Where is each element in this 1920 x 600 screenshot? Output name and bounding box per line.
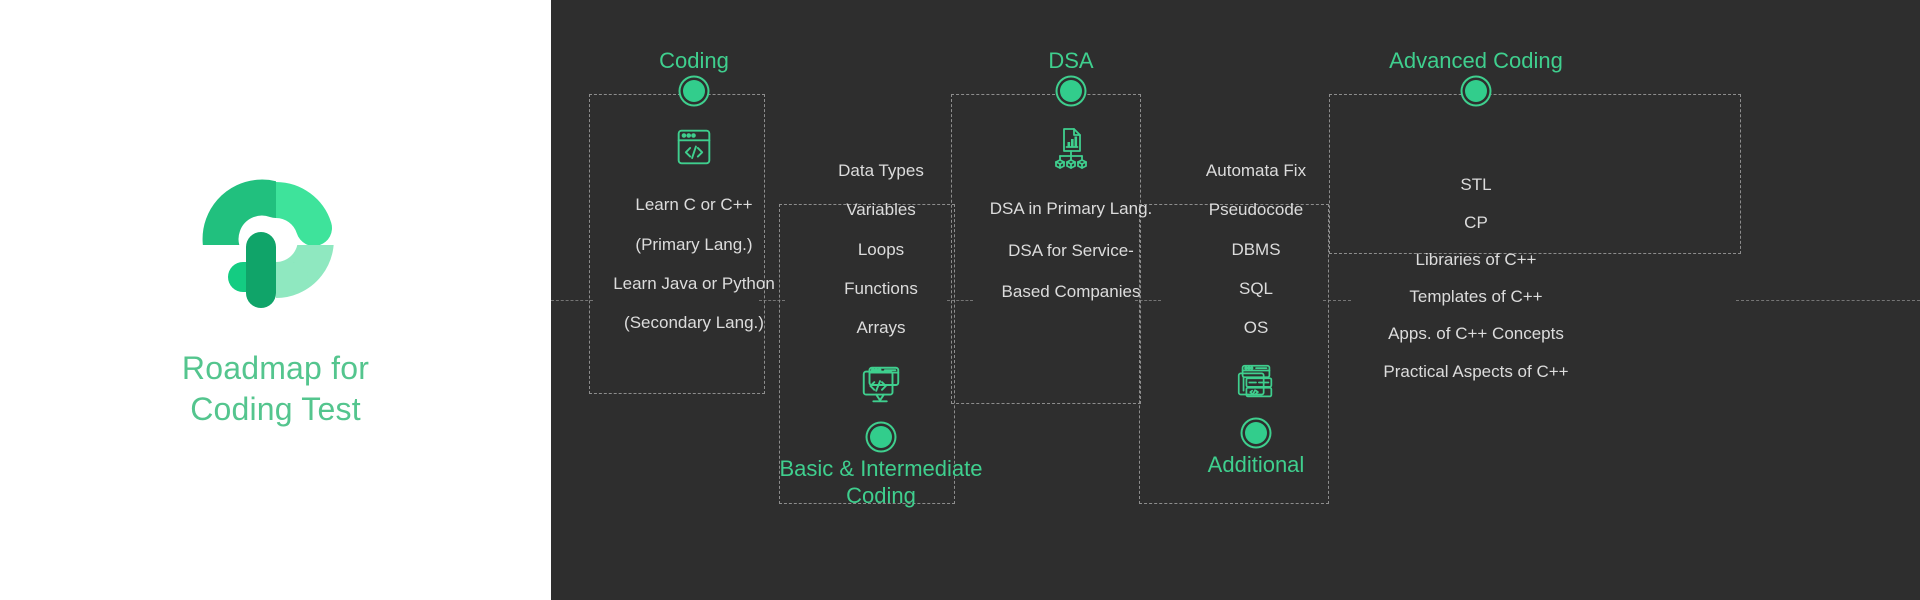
page-title-line1: Roadmap for (181, 350, 370, 387)
list-item: Practical Aspects of C++ (1383, 361, 1569, 381)
list-item: DSA in Primary Lang. (989, 199, 1153, 219)
list-item: (Primary Lang.) (635, 234, 753, 254)
list-item: Learn C or C++ (635, 195, 753, 215)
node-marker-basic-intermediate[interactable] (870, 426, 892, 449)
column-title-additional: Additional (1207, 452, 1305, 478)
node-marker-additional[interactable] (1245, 422, 1267, 445)
list-item: Functions (844, 278, 918, 298)
list-item: CP (1464, 212, 1488, 232)
list-item: OS (1243, 318, 1269, 337)
column-items-advanced-coding: STL CP Libraries of C++ Templates of C++… (1383, 174, 1568, 382)
list-item: Libraries of C++ (1415, 249, 1537, 269)
list-item: Pseudocode (1208, 200, 1304, 220)
node-marker-advanced-coding[interactable] (1465, 80, 1487, 103)
data-structure-chart-icon (1047, 124, 1095, 172)
list-item: STL (1460, 175, 1492, 195)
list-item: Variables (846, 200, 916, 220)
list-item: Based Companies (1001, 281, 1141, 301)
node-marker-dsa[interactable] (1060, 80, 1082, 103)
page-title: Roadmap for Coding Test (182, 348, 369, 430)
brand-panel: Roadmap for Coding Test (0, 0, 551, 600)
page-title-line2: Coding Test (190, 391, 361, 427)
list-item: Learn Java or Python (613, 273, 775, 293)
node-marker-coding[interactable] (683, 80, 705, 103)
roadmap-column-advanced-coding[interactable]: Advanced Coding STL CP Libraries of C++ … (1326, 48, 1626, 382)
list-item: Templates of C++ (1409, 287, 1543, 307)
list-item: DSA for Service- (1008, 240, 1134, 260)
column-items-coding: Learn C or C++ (Primary Lang.) Learn Jav… (613, 194, 775, 333)
list-item: DBMS (1231, 239, 1281, 259)
column-title-basic-intermediate: Basic & Intermediate Coding (780, 456, 983, 509)
column-title-line2: Coding (846, 482, 916, 508)
phoenix-p-logo (196, 170, 356, 320)
connector-rail-right (1736, 300, 1920, 301)
stacked-code-windows-icon (1233, 360, 1279, 406)
roadmap-infographic: Roadmap for Coding Test Coding Learn C o… (0, 0, 1920, 600)
column-title-advanced-coding: Advanced Coding (1389, 48, 1563, 73)
column-title-dsa: DSA (1048, 48, 1094, 73)
column-items-additional: Automata Fix Pseudocode DBMS SQL OS (1206, 160, 1306, 338)
list-item: Arrays (856, 318, 906, 337)
list-item: Loops (857, 239, 905, 259)
list-item: SQL (1238, 278, 1274, 298)
list-item: Apps. of C++ Concepts (1388, 324, 1564, 344)
monitor-code-icon (858, 362, 904, 408)
list-item: (Secondary Lang.) (624, 313, 764, 333)
column-items-basic-intermediate: Data Types Variables Loops Functions Arr… (838, 160, 924, 338)
browser-code-icon (671, 124, 717, 170)
column-title-line1: Basic & Intermediate (779, 456, 983, 482)
list-item: Automata Fix (1205, 161, 1307, 180)
roadmap-panel: Coding Learn C or C++ (Primary Lang.) Le (551, 0, 1920, 600)
column-items-dsa: DSA in Primary Lang. DSA for Service- Ba… (990, 198, 1153, 302)
column-title-coding: Coding (659, 48, 729, 73)
list-item: Data Types (838, 161, 924, 180)
